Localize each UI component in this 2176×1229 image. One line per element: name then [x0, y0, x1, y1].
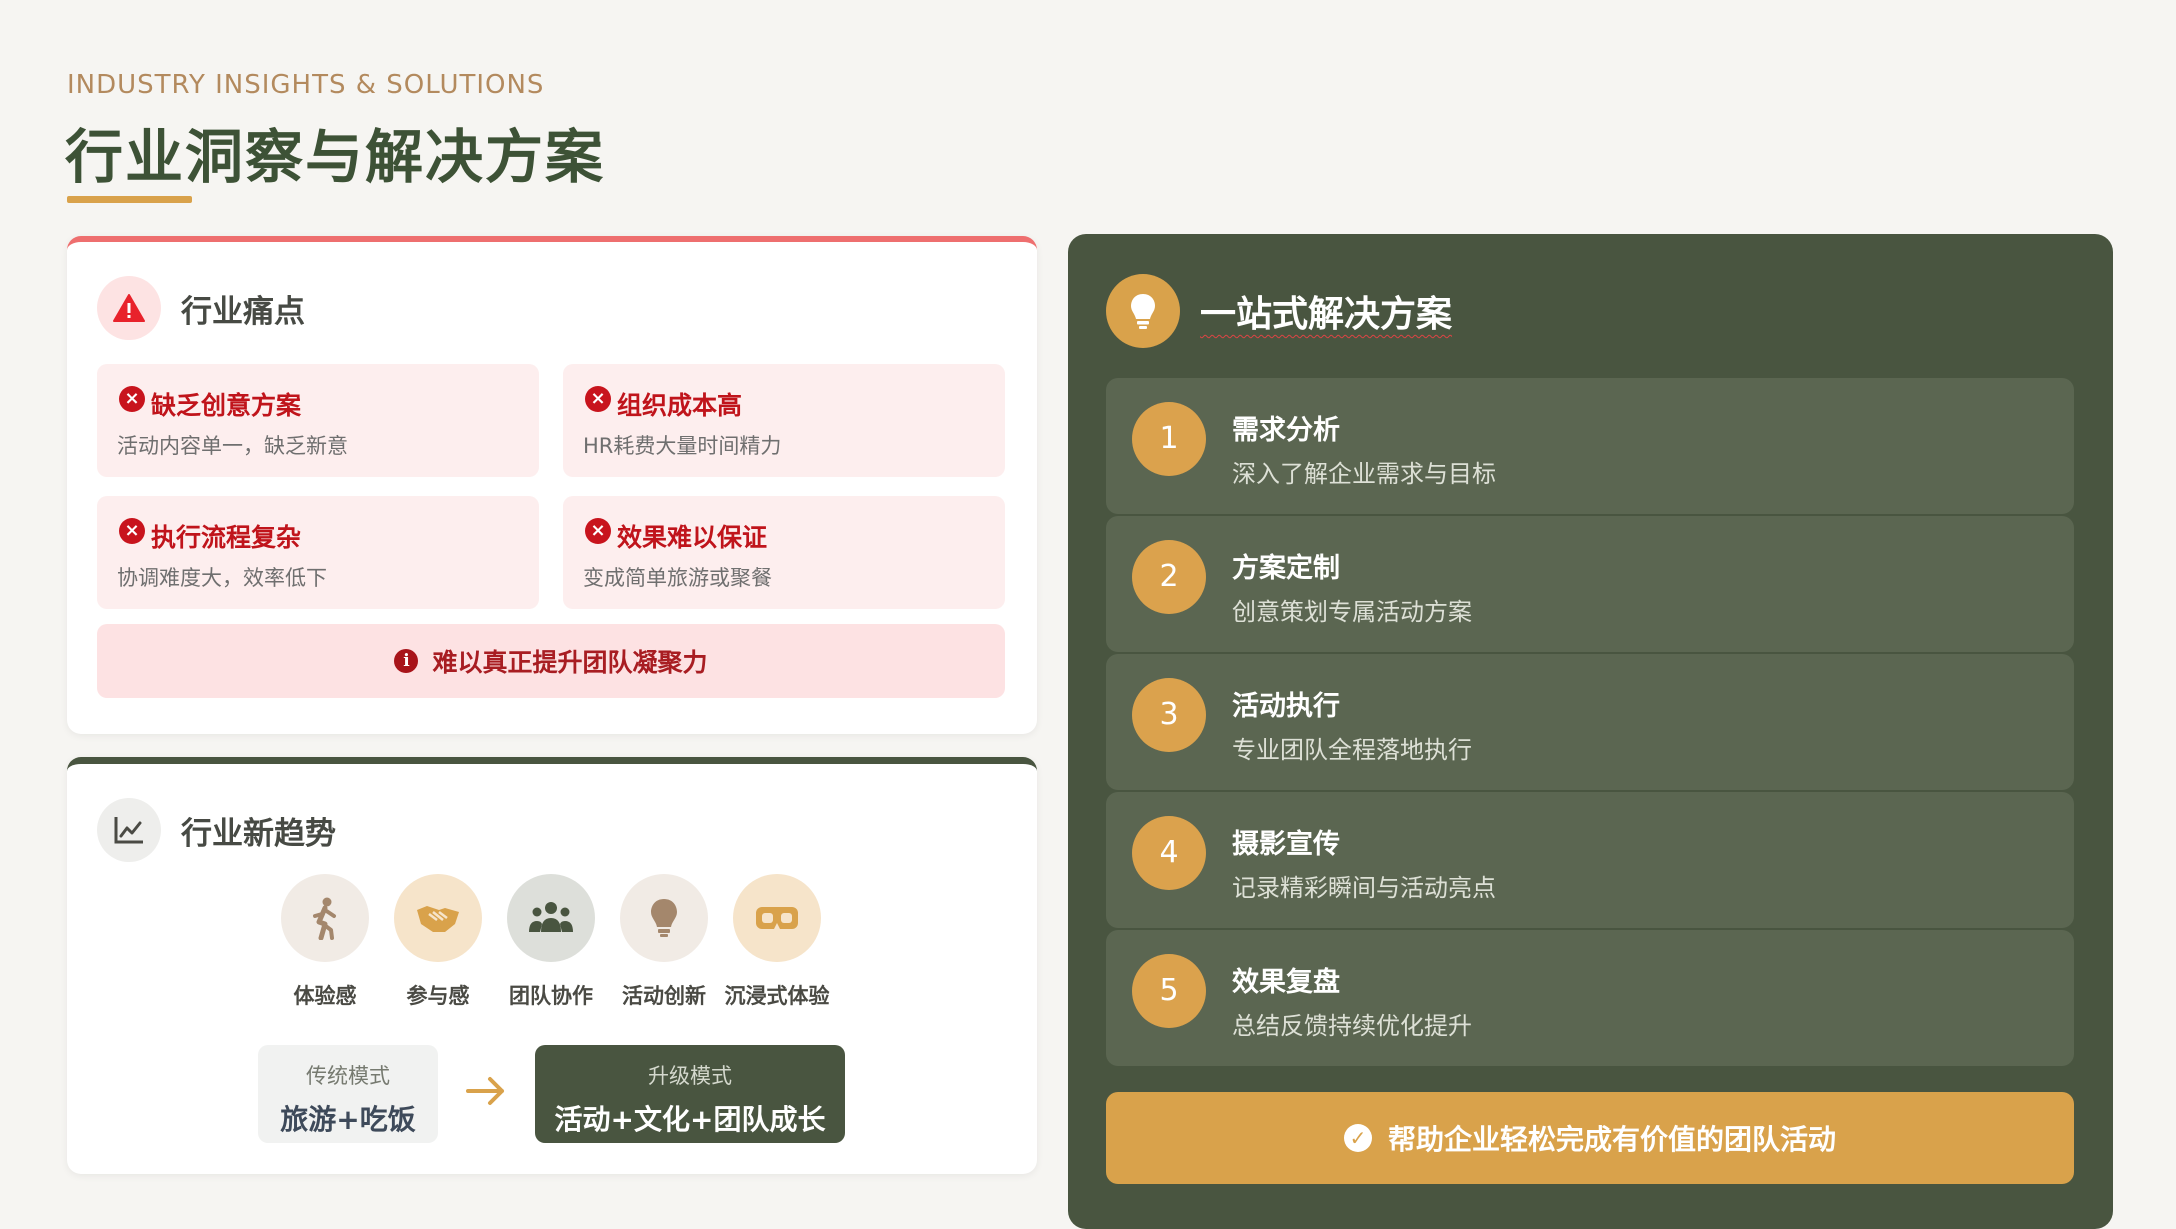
warning-triangle-icon	[97, 276, 161, 340]
page-kicker: INDUSTRY INSIGHTS & SOLUTIONS	[67, 70, 545, 100]
pain-item-title: 缺乏创意方案	[151, 391, 302, 420]
pain-item-desc: 变成简单旅游或聚餐	[583, 566, 772, 590]
trend-item: 活动创新	[609, 874, 719, 1010]
upgraded-mode-caption: 升级模式	[648, 1064, 732, 1088]
step-title: 效果复盘	[1232, 967, 1340, 998]
solution-title: 一站式解决方案	[1200, 294, 1453, 335]
pain-item: × 缺乏创意方案 活动内容单一，缺乏新意	[97, 364, 539, 477]
pain-item: × 效果难以保证 变成简单旅游或聚餐	[563, 496, 1005, 609]
trend-label: 团队协作	[509, 984, 593, 1008]
traditional-mode-box: 传统模式 旅游+吃饭	[258, 1045, 438, 1143]
solution-step: 4 摄影宣传 记录精彩瞬间与活动亮点	[1106, 792, 2074, 928]
solution-panel: 一站式解决方案 1 需求分析 深入了解企业需求与目标 2 方案定制 创意策划专属…	[1068, 234, 2113, 1229]
trend-item: 体验感	[270, 874, 380, 1010]
people-group-icon	[507, 874, 595, 962]
step-number: 5	[1132, 954, 1206, 1028]
title-underline	[67, 196, 192, 203]
solution-step: 2 方案定制 创意策划专属活动方案	[1106, 516, 2074, 652]
trends-title: 行业新趋势	[181, 815, 336, 852]
solution-summary-banner: ✓ 帮助企业轻松完成有价值的团队活动	[1106, 1092, 2074, 1184]
step-desc: 专业团队全程落地执行	[1232, 736, 1472, 764]
pain-item-title: 效果难以保证	[617, 523, 768, 552]
slide: INDUSTRY INSIGHTS & SOLUTIONS 行业洞察与解决方案 …	[0, 0, 2176, 1229]
trend-label: 体验感	[293, 984, 357, 1008]
pain-item-title: 执行流程复杂	[151, 523, 302, 552]
lightbulb-icon	[620, 874, 708, 962]
pain-item-desc: HR耗费大量时间精力	[583, 434, 782, 458]
pain-summary-text: 难以真正提升团队凝聚力	[432, 648, 708, 677]
pain-item: × 组织成本高 HR耗费大量时间精力	[563, 364, 1005, 477]
step-desc: 深入了解企业需求与目标	[1232, 460, 1496, 488]
solution-step: 5 效果复盘 总结反馈持续优化提升	[1106, 930, 2074, 1066]
solution-header: 一站式解决方案	[1106, 274, 1452, 348]
trend-label: 沉浸式体验	[724, 984, 830, 1008]
pain-points-card: 行业痛点 × 缺乏创意方案 活动内容单一，缺乏新意 × 组织成本高 HR耗费大量…	[67, 236, 1037, 734]
error-x-icon: ×	[585, 386, 611, 412]
trend-item: 参与感	[383, 874, 493, 1010]
trend-label: 活动创新	[622, 984, 706, 1008]
pain-item: × 执行流程复杂 协调难度大，效率低下	[97, 496, 539, 609]
step-desc: 总结反馈持续优化提升	[1232, 1012, 1472, 1040]
pain-item-desc: 活动内容单一，缺乏新意	[117, 434, 348, 458]
trends-card: 行业新趋势 体验感 参与感 团队协作 活动创新 沉浸式体验 传统模式 旅游+吃饭…	[67, 757, 1037, 1174]
pain-points-title: 行业痛点	[181, 293, 305, 330]
error-x-icon: ×	[119, 386, 145, 412]
step-number: 1	[1132, 402, 1206, 476]
step-desc: 创意策划专属活动方案	[1232, 598, 1472, 626]
pain-item-desc: 协调难度大，效率低下	[117, 566, 327, 590]
solution-summary-text: 帮助企业轻松完成有价值的团队活动	[1387, 1123, 1836, 1156]
upgraded-mode-box: 升级模式 活动+文化+团队成长	[535, 1045, 845, 1143]
person-walking-icon	[281, 874, 369, 962]
pain-points-header: 行业痛点	[97, 276, 305, 340]
trend-item: 团队协作	[496, 874, 606, 1010]
trends-header: 行业新趋势	[97, 798, 336, 862]
step-title: 需求分析	[1232, 415, 1340, 446]
step-number: 4	[1132, 816, 1206, 890]
step-title: 方案定制	[1232, 553, 1340, 584]
error-x-icon: ×	[119, 518, 145, 544]
step-number: 3	[1132, 678, 1206, 752]
traditional-mode-value: 旅游+吃饭	[280, 1103, 416, 1136]
pain-summary-banner: i 难以真正提升团队凝聚力	[97, 624, 1005, 698]
pain-item-title: 组织成本高	[617, 391, 743, 420]
error-x-icon: ×	[585, 518, 611, 544]
solution-step: 1 需求分析 深入了解企业需求与目标	[1106, 378, 2074, 514]
step-title: 活动执行	[1232, 691, 1340, 722]
step-desc: 记录精彩瞬间与活动亮点	[1232, 874, 1496, 902]
info-icon: i	[394, 649, 419, 673]
upgraded-mode-value: 活动+文化+团队成长	[554, 1103, 826, 1136]
trend-label: 参与感	[406, 984, 470, 1008]
trend-item: 沉浸式体验	[722, 874, 832, 1010]
solution-step: 3 活动执行 专业团队全程落地执行	[1106, 654, 2074, 790]
step-number: 2	[1132, 540, 1206, 614]
page-title: 行业洞察与解决方案	[65, 123, 606, 191]
traditional-mode-caption: 传统模式	[306, 1064, 390, 1088]
lightbulb-icon	[1106, 274, 1180, 348]
line-chart-icon	[97, 798, 161, 862]
arrow-right-icon	[464, 1074, 508, 1112]
vr-headset-icon	[733, 874, 821, 962]
handshake-icon	[394, 874, 482, 962]
step-title: 摄影宣传	[1232, 829, 1340, 860]
check-circle-icon: ✓	[1343, 1124, 1372, 1152]
trend-icon-row: 体验感 参与感 团队协作 活动创新 沉浸式体验	[67, 874, 1037, 1024]
